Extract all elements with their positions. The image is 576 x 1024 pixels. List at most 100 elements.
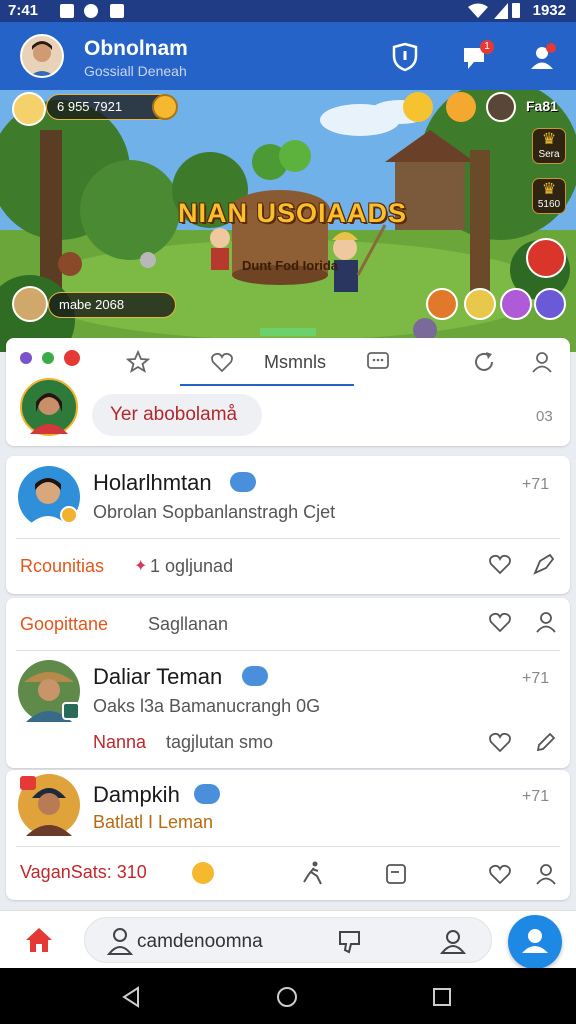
heart-outline-icon[interactable] (488, 610, 512, 634)
player-portrait[interactable] (12, 286, 48, 322)
heart-outline-icon[interactable] (488, 862, 512, 886)
notification-badge: 1 (480, 40, 494, 54)
post-description: Obrolan Sopbanlanstragh Cjet (93, 502, 336, 522)
person-icon[interactable] (107, 927, 133, 955)
attack-skill-button[interactable] (526, 238, 566, 278)
post-label[interactable]: Nanna (93, 732, 146, 753)
crown-icon: ♛ (541, 181, 557, 198)
header-subtitle: Gossiall Deneah (84, 63, 187, 79)
dislike-icon[interactable] (337, 928, 363, 954)
stats-label[interactable]: VaganSats: 310 (20, 862, 147, 883)
composer-count: 03 (536, 408, 553, 425)
note-icon[interactable] (384, 862, 408, 886)
battery-icon (512, 3, 520, 18)
signal-icon (494, 3, 508, 19)
trophy-icon: ♛ (541, 131, 557, 148)
post-time: +71 (522, 788, 550, 805)
post-author[interactable]: Daliar Teman (93, 664, 222, 690)
tab-underline (180, 384, 354, 386)
verified-icon (230, 472, 256, 492)
player-avatar[interactable] (12, 92, 46, 126)
divider (16, 846, 560, 847)
comment-input[interactable]: Yer abobolamå (92, 394, 262, 436)
user-icon[interactable] (534, 862, 558, 886)
account-fab[interactable] (508, 915, 562, 969)
status-bar: 7:41 1932 (0, 0, 576, 22)
purple-heart-icon (20, 352, 32, 364)
red-heart-icon (64, 350, 80, 366)
battery-text: 1932 (532, 2, 566, 19)
badge-icon (60, 506, 78, 524)
status-time: 7:41 (8, 2, 39, 19)
play-store-icon (110, 4, 124, 18)
skill-fire-button[interactable] (426, 288, 458, 320)
refresh-icon[interactable] (472, 350, 496, 374)
star-icon[interactable] (126, 350, 150, 374)
divider (16, 650, 560, 651)
live-badge-icon (20, 776, 36, 790)
home-circle-icon[interactable] (276, 986, 298, 1008)
back-icon[interactable] (120, 986, 142, 1008)
post-card: Dampkih +71 Batlatl I Leman VaganSats: 3… (6, 770, 570, 900)
game-subtitle: Dunt Fod Iorida (242, 258, 339, 273)
composer-card: Msmnls Yer abobolamå 03 (6, 338, 570, 446)
verified-icon (194, 784, 220, 804)
message-icon[interactable] (366, 350, 390, 374)
heart-outline-icon[interactable] (488, 552, 512, 576)
post-card: Goopittane Sagllanan Daliar Teman +71 Oa… (6, 598, 570, 768)
post-description: Oaks l3a Bamanucrangh 0G (93, 696, 321, 716)
post-tag: 1 ogljunad (150, 556, 234, 576)
skill-magic-button[interactable] (500, 288, 532, 320)
reward-badge-1[interactable]: ♛ Sera (532, 128, 566, 164)
heart-icon[interactable] (210, 350, 234, 374)
coin-icon (152, 94, 178, 120)
post-description: Batlatl I Leman (93, 812, 214, 832)
home-icon[interactable] (24, 925, 54, 955)
bottom-nav: camdenoomna (0, 910, 576, 969)
header-title: Obnolnam (84, 37, 188, 60)
player-status-text: mabe 2068 (59, 297, 125, 312)
game-title: NIAN USOIAADS (178, 198, 408, 228)
add-friend-icon[interactable] (528, 42, 558, 72)
emoji-face-icon[interactable] (403, 92, 433, 122)
post-category[interactable]: Goopittane (20, 614, 108, 635)
game-banner[interactable]: 6 955 7921 Fa81 ♛ Sera ♛ 5160 NIAN USOIAAD… (0, 90, 576, 352)
post-author[interactable]: Holarlhmtan (93, 470, 212, 496)
user-icon[interactable] (530, 350, 554, 374)
profile-avatar[interactable] (20, 34, 64, 78)
opponent-avatar[interactable] (486, 92, 516, 122)
player-status-pill: mabe 2068 (48, 292, 176, 318)
system-nav-bar (0, 968, 576, 1024)
score-value: 6 955 7921 (57, 99, 123, 114)
app-notification-icon (60, 4, 74, 18)
recents-icon[interactable] (432, 987, 452, 1007)
profile-icon[interactable] (439, 927, 467, 955)
composer-avatar[interactable] (20, 378, 78, 436)
share-icon[interactable] (532, 552, 556, 576)
smile-emoji-icon (192, 862, 214, 884)
post-category[interactable]: Rcounitias (20, 556, 104, 577)
sparkle-icon: ✦ (134, 558, 148, 575)
post-time: +71 (522, 670, 550, 687)
run-icon[interactable] (300, 860, 326, 886)
skill-light-button[interactable] (464, 288, 496, 320)
badge-icon (62, 702, 80, 720)
heart-outline-icon[interactable] (488, 730, 512, 754)
post-author[interactable]: Dampkih (93, 782, 180, 808)
edit-icon[interactable] (534, 730, 558, 754)
tab-msmnls[interactable]: Msmnls (264, 352, 326, 373)
post-time: +71 (522, 476, 550, 493)
divider (16, 538, 560, 539)
post-card: Holarlhmtan +71 Obrolan Sopbanlanstragh … (6, 456, 570, 594)
nav-pill-label[interactable]: camdenoomna (137, 931, 263, 953)
reward-badge-2[interactable]: ♛ 5160 (532, 178, 566, 214)
angry-face-icon[interactable] (446, 92, 476, 122)
user-icon[interactable] (534, 610, 558, 634)
messenger-icon (84, 4, 98, 18)
post-tag: tagjlutan smo (166, 732, 274, 752)
shield-icon[interactable] (390, 42, 420, 72)
skill-gem-button[interactable] (534, 288, 566, 320)
opponent-label: Fa81 (526, 98, 558, 114)
nav-pill: camdenoomna (84, 917, 492, 963)
app-header: Obnolnam Gossiall Deneah 1 (0, 22, 576, 90)
